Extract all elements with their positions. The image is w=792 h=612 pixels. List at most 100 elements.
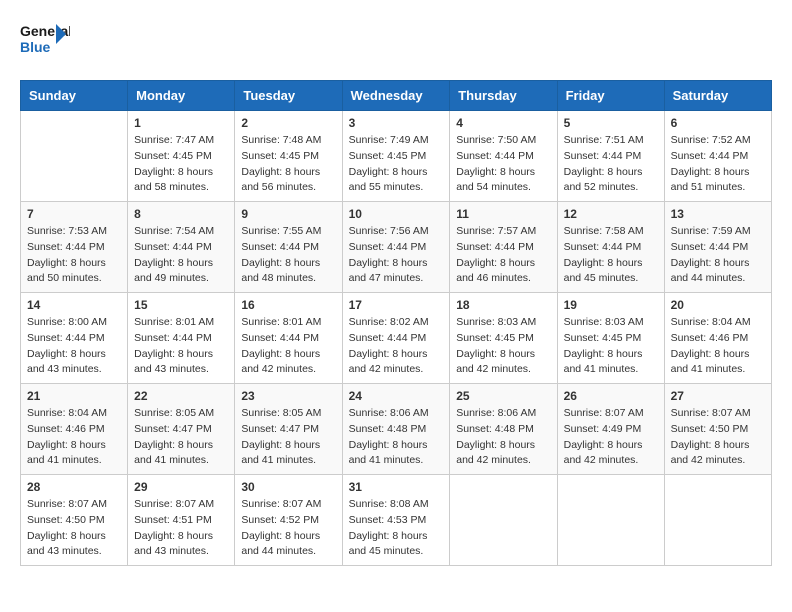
day-number: 19 xyxy=(564,298,658,312)
calendar-header-row: SundayMondayTuesdayWednesdayThursdayFrid… xyxy=(21,81,772,111)
day-number: 12 xyxy=(564,207,658,221)
day-info: Sunrise: 7:51 AM Sunset: 4:44 PM Dayligh… xyxy=(564,133,658,196)
day-info: Sunrise: 8:03 AM Sunset: 4:45 PM Dayligh… xyxy=(564,315,658,378)
day-info: Sunrise: 7:47 AM Sunset: 4:45 PM Dayligh… xyxy=(134,133,228,196)
day-number: 27 xyxy=(671,389,765,403)
weekday-header: Tuesday xyxy=(235,81,342,111)
calendar-cell: 3Sunrise: 7:49 AM Sunset: 4:45 PM Daylig… xyxy=(342,111,450,202)
calendar-cell: 21 Sunrise: 8:04 AM Sunset: 4:46 PM Dayli… xyxy=(21,384,128,475)
calendar-cell: 22Sunrise: 8:05 AM Sunset: 4:47 PM Dayli… xyxy=(128,384,235,475)
day-number: 24 xyxy=(349,389,444,403)
calendar-cell: 19 Sunrise: 8:03 AM Sunset: 4:45 PM Dayli… xyxy=(557,293,664,384)
calendar-cell: 17 Sunrise: 8:02 AM Sunset: 4:44 PM Dayli… xyxy=(342,293,450,384)
weekday-header: Monday xyxy=(128,81,235,111)
day-number: 3 xyxy=(349,116,444,130)
day-info: Sunrise: 8:07 AM Sunset: 4:50 PM Dayligh… xyxy=(671,406,765,469)
calendar-cell: 4Sunrise: 7:50 AM Sunset: 4:44 PM Daylig… xyxy=(450,111,557,202)
day-info: Sunrise: 8:05 AM Sunset: 4:47 PM Dayligh… xyxy=(134,406,228,469)
day-info: Sunrise: 7:55 AM Sunset: 4:44 PM Dayligh… xyxy=(241,224,335,287)
day-number: 15 xyxy=(134,298,228,312)
calendar-table: SundayMondayTuesdayWednesdayThursdayFrid… xyxy=(20,80,772,566)
calendar-cell: 16 Sunrise: 8:01 AM Sunset: 4:44 PM Dayli… xyxy=(235,293,342,384)
day-number: 18 xyxy=(456,298,550,312)
weekday-header: Thursday xyxy=(450,81,557,111)
calendar-cell xyxy=(664,475,771,566)
calendar-cell: 1 Sunrise: 7:47 AM Sunset: 4:45 PM Daylig… xyxy=(128,111,235,202)
day-info: Sunrise: 8:07 AM Sunset: 4:50 PM Dayligh… xyxy=(27,497,121,560)
day-number: 21 xyxy=(27,389,121,403)
calendar-cell: 2Sunrise: 7:48 AM Sunset: 4:45 PM Daylig… xyxy=(235,111,342,202)
day-info: Sunrise: 8:00 AM Sunset: 4:44 PM Dayligh… xyxy=(27,315,121,378)
day-info: Sunrise: 8:07 AM Sunset: 4:51 PM Dayligh… xyxy=(134,497,228,560)
calendar-cell: 27 Sunrise: 8:07 AM Sunset: 4:50 PM Dayli… xyxy=(664,384,771,475)
day-info: Sunrise: 8:01 AM Sunset: 4:44 PM Dayligh… xyxy=(241,315,335,378)
day-number: 10 xyxy=(349,207,444,221)
calendar-cell: 9 Sunrise: 7:55 AM Sunset: 4:44 PM Daylig… xyxy=(235,202,342,293)
day-info: Sunrise: 8:07 AM Sunset: 4:49 PM Dayligh… xyxy=(564,406,658,469)
svg-text:Blue: Blue xyxy=(20,39,51,55)
day-number: 7 xyxy=(27,207,121,221)
calendar-cell: 5 Sunrise: 7:51 AM Sunset: 4:44 PM Daylig… xyxy=(557,111,664,202)
calendar-cell xyxy=(557,475,664,566)
page-header: GeneralBlue xyxy=(20,20,772,64)
day-info: Sunrise: 7:53 AM Sunset: 4:44 PM Dayligh… xyxy=(27,224,121,287)
calendar-cell: 14 Sunrise: 8:00 AM Sunset: 4:44 PM Dayli… xyxy=(21,293,128,384)
calendar-cell: 28 Sunrise: 8:07 AM Sunset: 4:50 PM Dayli… xyxy=(21,475,128,566)
calendar-cell xyxy=(21,111,128,202)
day-number: 11 xyxy=(456,207,550,221)
weekday-header: Friday xyxy=(557,81,664,111)
day-number: 4 xyxy=(456,116,550,130)
calendar-cell: 6 Sunrise: 7:52 AM Sunset: 4:44 PM Daylig… xyxy=(664,111,771,202)
day-info: Sunrise: 8:02 AM Sunset: 4:44 PM Dayligh… xyxy=(349,315,444,378)
day-info: Sunrise: 7:52 AM Sunset: 4:44 PM Dayligh… xyxy=(671,133,765,196)
calendar-cell: 26 Sunrise: 8:07 AM Sunset: 4:49 PM Dayli… xyxy=(557,384,664,475)
logo: GeneralBlue xyxy=(20,20,70,64)
day-info: Sunrise: 7:59 AM Sunset: 4:44 PM Dayligh… xyxy=(671,224,765,287)
day-info: Sunrise: 8:08 AM Sunset: 4:53 PM Dayligh… xyxy=(349,497,444,560)
calendar-cell: 29 Sunrise: 8:07 AM Sunset: 4:51 PM Dayli… xyxy=(128,475,235,566)
calendar-week-row: 28 Sunrise: 8:07 AM Sunset: 4:50 PM Dayli… xyxy=(21,475,772,566)
day-info: Sunrise: 7:48 AM Sunset: 4:45 PM Dayligh… xyxy=(241,133,335,196)
day-number: 14 xyxy=(27,298,121,312)
calendar-week-row: 7 Sunrise: 7:53 AM Sunset: 4:44 PM Daylig… xyxy=(21,202,772,293)
day-number: 16 xyxy=(241,298,335,312)
day-info: Sunrise: 8:03 AM Sunset: 4:45 PM Dayligh… xyxy=(456,315,550,378)
calendar-cell: 18 Sunrise: 8:03 AM Sunset: 4:45 PM Dayli… xyxy=(450,293,557,384)
day-info: Sunrise: 8:01 AM Sunset: 4:44 PM Dayligh… xyxy=(134,315,228,378)
day-info: Sunrise: 8:05 AM Sunset: 4:47 PM Dayligh… xyxy=(241,406,335,469)
day-number: 25 xyxy=(456,389,550,403)
calendar-cell: 30Sunrise: 8:07 AM Sunset: 4:52 PM Dayli… xyxy=(235,475,342,566)
day-info: Sunrise: 8:04 AM Sunset: 4:46 PM Dayligh… xyxy=(671,315,765,378)
calendar-cell: 15 Sunrise: 8:01 AM Sunset: 4:44 PM Dayli… xyxy=(128,293,235,384)
weekday-header: Sunday xyxy=(21,81,128,111)
calendar-cell: 23Sunrise: 8:05 AM Sunset: 4:47 PM Dayli… xyxy=(235,384,342,475)
day-info: Sunrise: 8:06 AM Sunset: 4:48 PM Dayligh… xyxy=(456,406,550,469)
day-number: 29 xyxy=(134,480,228,494)
calendar-week-row: 21 Sunrise: 8:04 AM Sunset: 4:46 PM Dayli… xyxy=(21,384,772,475)
calendar-cell: 20Sunrise: 8:04 AM Sunset: 4:46 PM Dayli… xyxy=(664,293,771,384)
weekday-header: Wednesday xyxy=(342,81,450,111)
day-number: 5 xyxy=(564,116,658,130)
day-number: 1 xyxy=(134,116,228,130)
day-number: 6 xyxy=(671,116,765,130)
day-info: Sunrise: 7:58 AM Sunset: 4:44 PM Dayligh… xyxy=(564,224,658,287)
day-number: 28 xyxy=(27,480,121,494)
calendar-cell: 12 Sunrise: 7:58 AM Sunset: 4:44 PM Dayli… xyxy=(557,202,664,293)
calendar-cell: 11 Sunrise: 7:57 AM Sunset: 4:44 PM Dayli… xyxy=(450,202,557,293)
day-number: 9 xyxy=(241,207,335,221)
day-info: Sunrise: 8:04 AM Sunset: 4:46 PM Dayligh… xyxy=(27,406,121,469)
day-number: 17 xyxy=(349,298,444,312)
day-info: Sunrise: 8:07 AM Sunset: 4:52 PM Dayligh… xyxy=(241,497,335,560)
calendar-cell: 31Sunrise: 8:08 AM Sunset: 4:53 PM Dayli… xyxy=(342,475,450,566)
day-number: 26 xyxy=(564,389,658,403)
day-info: Sunrise: 7:56 AM Sunset: 4:44 PM Dayligh… xyxy=(349,224,444,287)
calendar-cell: 25 Sunrise: 8:06 AM Sunset: 4:48 PM Dayli… xyxy=(450,384,557,475)
calendar-cell: 13Sunrise: 7:59 AM Sunset: 4:44 PM Dayli… xyxy=(664,202,771,293)
calendar-week-row: 14 Sunrise: 8:00 AM Sunset: 4:44 PM Dayli… xyxy=(21,293,772,384)
day-info: Sunrise: 7:57 AM Sunset: 4:44 PM Dayligh… xyxy=(456,224,550,287)
day-info: Sunrise: 8:06 AM Sunset: 4:48 PM Dayligh… xyxy=(349,406,444,469)
calendar-cell xyxy=(450,475,557,566)
logo-svg: GeneralBlue xyxy=(20,20,70,64)
day-number: 8 xyxy=(134,207,228,221)
calendar-cell: 24 Sunrise: 8:06 AM Sunset: 4:48 PM Dayli… xyxy=(342,384,450,475)
